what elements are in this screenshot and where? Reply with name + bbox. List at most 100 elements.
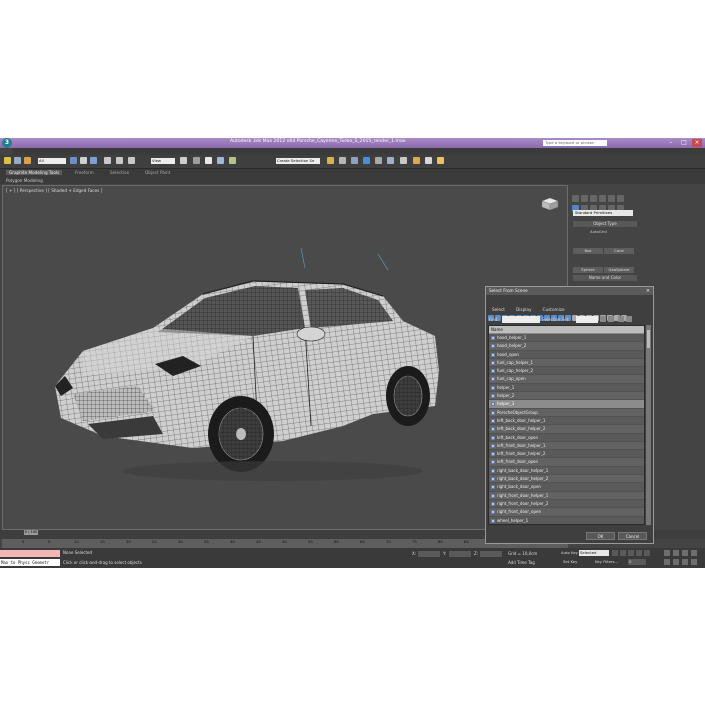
scene-object-list[interactable]: Name hood_helper_1 hood_helper_2 hood_open… [488,325,645,525]
maxscript-mini-listener[interactable]: Max to Physc Geometr [0,559,60,566]
set-key-button[interactable]: Set Key [562,559,578,565]
redo-tool-icon[interactable] [14,157,21,164]
list-item[interactable]: hood_helper_1 [489,334,644,343]
percent-snap-icon[interactable] [217,157,224,164]
auto-key-selection-dropdown[interactable]: Selected [579,550,609,556]
current-frame-field[interactable]: 0 [628,559,646,565]
tab-graphite-modeling[interactable]: Graphite Modeling Tools [6,170,63,175]
tab-selection[interactable]: Selection [110,170,129,175]
close-icon[interactable]: × [692,139,702,147]
car-wireframe-model[interactable] [43,236,503,496]
zoom-extents-icon[interactable] [682,550,688,556]
list-item[interactable]: right_front_door_helper_1 [489,491,644,500]
named-selection-dropdown[interactable]: Create Selection Se [276,158,320,164]
list-item[interactable]: helper_1 [489,384,644,393]
name-and-color-rollout[interactable]: Name and Color [573,275,637,281]
autogrid-checkbox[interactable]: AutoGrid [590,229,607,234]
list-item[interactable]: right_front_door_helper_2 [489,500,644,509]
list-item[interactable]: fuel_cap_open [489,375,644,384]
viewport-label[interactable]: [ + ] [ Perspective ] [ Shaded + Edged F… [6,188,102,193]
zoom-all-icon[interactable] [673,550,679,556]
go-to-start-icon[interactable] [612,550,618,556]
play-icon[interactable] [628,550,634,556]
schematic-view-icon[interactable] [387,157,394,164]
list-item[interactable]: right_back_door_open [489,483,644,492]
list-item[interactable]: fuel_cap_helper_1 [489,358,644,368]
scrollbar-thumb[interactable] [647,330,650,348]
select-object-icon[interactable] [70,157,77,164]
box-button[interactable]: Box [573,248,603,254]
add-time-tag[interactable]: Add Time Tag [508,560,535,565]
mirror-icon[interactable] [327,157,334,164]
maximize-viewport-icon[interactable] [691,559,697,565]
search-input[interactable]: Type a keyword or phrase [543,140,607,146]
pivot-icon[interactable] [180,157,187,164]
graphite-tools-icon[interactable] [363,157,370,164]
list-item[interactable]: fuel_cap_helper_2 [489,367,644,376]
columns-icon[interactable] [626,316,632,322]
rotate-icon[interactable] [116,157,123,164]
list-item[interactable]: PorscheObjectGroup [489,408,644,417]
cone-button[interactable]: Cone [604,248,634,254]
list-item[interactable]: right_back_door_helper_1 [489,467,644,476]
align-icon[interactable] [339,157,346,164]
app-logo-icon[interactable]: 3 [2,138,12,148]
render-setup-icon[interactable] [413,157,420,164]
viewcube-icon[interactable] [539,196,561,212]
minimize-icon[interactable]: – [666,139,676,147]
rect-selection-icon[interactable] [90,157,97,164]
list-item[interactable]: hood_helper_2 [489,342,644,351]
object-type-rollout[interactable]: Object Type [573,221,637,227]
sort-icon[interactable] [618,316,624,322]
x-coordinate-field[interactable] [418,551,440,557]
geosphere-button[interactable]: GeoSphere [604,267,634,273]
list-scrollbar[interactable] [646,325,651,525]
list-item[interactable]: left_back_door_helper_1 [489,417,644,426]
y-coordinate-field[interactable] [449,551,471,557]
list-item[interactable]: left_front_door_helper_1 [489,441,644,451]
key-filters-button[interactable]: Key Filters... [594,559,622,565]
curve-editor-icon[interactable] [375,157,382,164]
save-selection-set-icon[interactable] [600,316,606,322]
link-icon[interactable] [24,157,31,164]
tab-object-paint[interactable]: Object Paint [145,170,170,175]
render-production-icon[interactable] [437,157,444,164]
layer-manager-icon[interactable] [351,157,358,164]
scale-icon[interactable] [128,157,135,164]
sphere-button[interactable]: Sphere [573,267,603,273]
zoom-extents-all-icon[interactable] [691,550,697,556]
reference-coord-dropdown[interactable]: View [151,158,175,164]
rendered-frame-icon[interactable] [425,157,432,164]
angle-snap-icon[interactable] [205,157,212,164]
material-editor-icon[interactable] [400,157,407,164]
z-coordinate-field[interactable] [480,551,502,557]
list-item[interactable]: left_back_door_helper_2 [489,425,644,434]
list-item[interactable]: helper_2 [489,392,644,401]
cancel-button[interactable]: Cancel [618,532,647,540]
primitive-category-dropdown[interactable]: Standard Primitives [573,210,633,216]
snap-icon[interactable] [193,157,200,164]
list-item[interactable]: helper_3 [489,400,644,409]
maxscript-listener[interactable] [0,550,60,557]
spinner-snap-icon[interactable] [229,157,236,164]
ok-button[interactable]: OK [586,532,615,540]
previous-frame-icon[interactable] [620,550,626,556]
next-frame-icon[interactable] [636,550,642,556]
maximize-icon[interactable]: □ [679,139,689,147]
tab-freeform[interactable]: Freeform [75,170,94,175]
list-item[interactable]: hood_open [489,351,644,359]
selection-filter-dropdown[interactable]: All [38,158,66,164]
list-item[interactable]: right_back_door_helper_2 [489,475,644,484]
undo-tool-icon[interactable] [4,157,11,164]
pan-icon[interactable] [673,559,679,565]
auto-key-button[interactable]: Auto Key [560,550,578,556]
field-of-view-icon[interactable] [664,559,670,565]
list-item[interactable]: right_front_door_open [489,508,644,517]
time-slider[interactable]: 0 / 100 [24,530,38,535]
list-item[interactable]: left_front_door_helper_2 [489,450,644,459]
selection-set-dropdown[interactable] [576,316,598,323]
perspective-viewport[interactable]: [ + ] [ Perspective ] [ Shaded + Edged F… [2,185,568,530]
list-item[interactable]: left_front_door_open [489,458,644,467]
delete-selection-set-icon[interactable] [608,316,614,322]
orbit-icon[interactable] [682,559,688,565]
